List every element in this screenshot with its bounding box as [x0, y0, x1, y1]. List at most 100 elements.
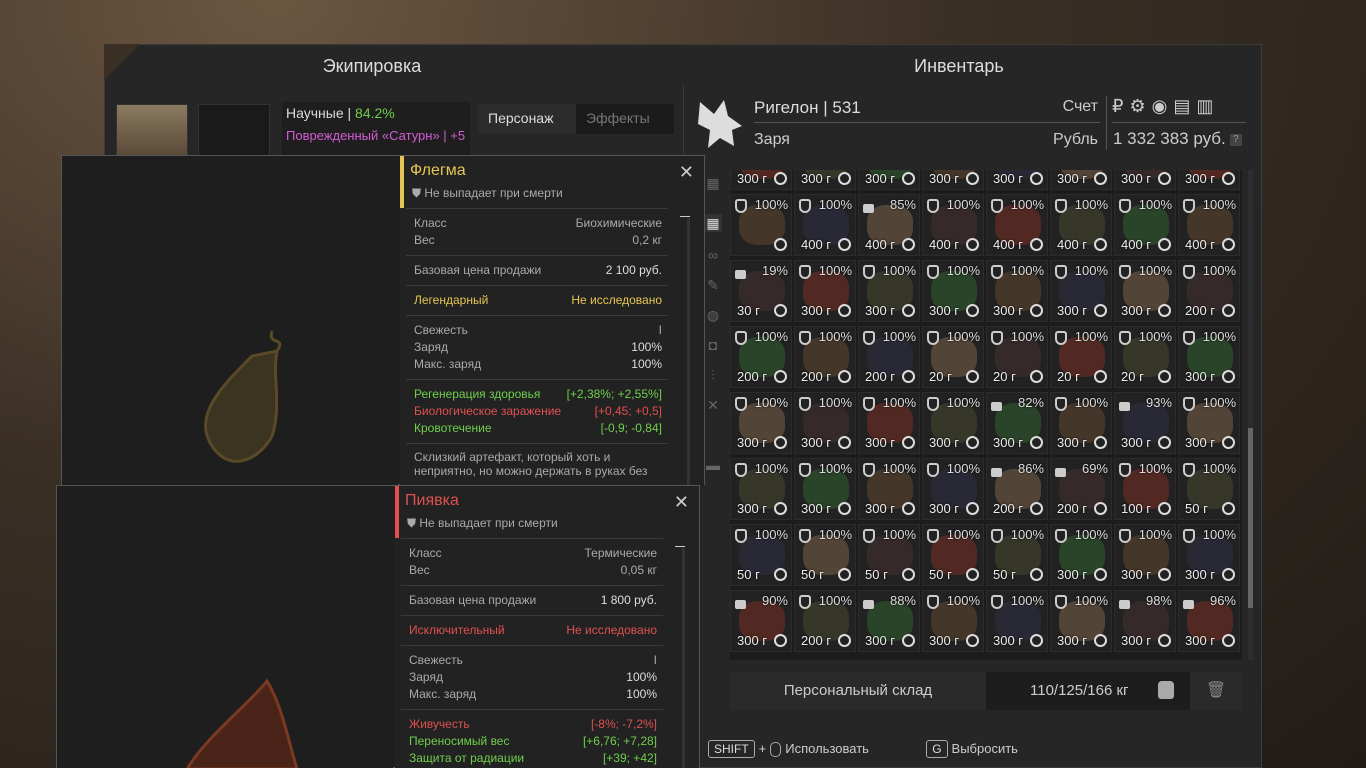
tooltip-scrollbar[interactable]: [682, 548, 685, 768]
inventory-cell[interactable]: 300 г: [730, 170, 792, 190]
inventory-cell[interactable]: 100% 300 г: [922, 260, 984, 322]
inventory-cell[interactable]: 300 г: [986, 170, 1048, 190]
inventory-cell[interactable]: 100% 300 г: [1114, 260, 1176, 322]
inventory-cell[interactable]: 100% 300 г: [794, 260, 856, 322]
inventory-cell[interactable]: 100% 300 г: [1114, 524, 1176, 586]
inventory-cell[interactable]: 100% 300 г: [794, 458, 856, 520]
close-icon[interactable]: ✕: [674, 492, 689, 513]
inventory-cell[interactable]: 93% 300 г: [1114, 392, 1176, 454]
tab-effects[interactable]: Эффекты: [576, 104, 674, 134]
category-all-icon[interactable]: ▦: [704, 174, 722, 192]
tooltip-scrollbar[interactable]: [687, 218, 690, 498]
inventory-cell[interactable]: 100% 300 г: [730, 392, 792, 454]
inventory-cell[interactable]: 86% 200 г: [986, 458, 1048, 520]
inventory-cell[interactable]: 300 г: [1114, 170, 1176, 190]
inventory-cell[interactable]: 100% 50 г: [986, 524, 1048, 586]
inventory-cell[interactable]: 100% 400 г: [1050, 194, 1112, 256]
inventory-cell[interactable]: 100% 50 г: [922, 524, 984, 586]
scrollbar-thumb[interactable]: [1248, 428, 1253, 608]
clock-icon: [1222, 634, 1235, 647]
close-icon[interactable]: ✕: [679, 162, 694, 183]
inventory-cell[interactable]: 100% 200 г: [794, 326, 856, 388]
inventory-cell[interactable]: 82% 300 г: [986, 392, 1048, 454]
personal-storage-button[interactable]: Персональный склад: [730, 672, 986, 710]
inventory-cell[interactable]: 100% 20 г: [1050, 326, 1112, 388]
inventory-cell[interactable]: 100% 400 г: [986, 194, 1048, 256]
inventory-cell[interactable]: 100% 300 г: [922, 458, 984, 520]
inventory-cell[interactable]: 100% 100 г: [1114, 458, 1176, 520]
help-icon[interactable]: ?: [1229, 133, 1242, 146]
inventory-cell[interactable]: 100% 300 г: [1178, 326, 1240, 388]
inventory-cell[interactable]: 100% 20 г: [1114, 326, 1176, 388]
clock-icon: [966, 238, 979, 251]
inventory-cell[interactable]: 85% 400 г: [858, 194, 920, 256]
item-durability: 100%: [818, 593, 852, 608]
inventory-cell[interactable]: 100% 400 г: [922, 194, 984, 256]
inventory-cell[interactable]: 100% 50 г: [730, 524, 792, 586]
inventory-cell[interactable]: 300 г: [922, 170, 984, 190]
inventory-cell[interactable]: 100% 200 г: [858, 326, 920, 388]
trash-button[interactable]: 🗑: [1190, 672, 1242, 710]
item-durability: 100%: [1138, 263, 1172, 278]
inventory-cell[interactable]: 300 г: [858, 170, 920, 190]
inventory-cell[interactable]: 100% 300 г: [794, 392, 856, 454]
shift-key: SHIFT: [708, 740, 755, 758]
inventory-cell[interactable]: 100% 300 г: [922, 590, 984, 652]
compass-icon[interactable]: ◉: [1152, 96, 1168, 117]
inventory-cell[interactable]: 100% 300 г: [922, 392, 984, 454]
inventory-cell[interactable]: 100% 300 г: [1178, 392, 1240, 454]
inventory-cell[interactable]: 88% 300 г: [858, 590, 920, 652]
item-weight: 300 г: [737, 171, 768, 186]
inventory-cell[interactable]: 100% 300 г: [1050, 392, 1112, 454]
inventory-cell[interactable]: 300 г: [1178, 170, 1240, 190]
tab-character[interactable]: Персонаж: [478, 104, 576, 134]
category-misc-icon[interactable]: ▬: [704, 456, 722, 474]
inventory-cell[interactable]: 100% 300 г: [1050, 260, 1112, 322]
category-artifacts-icon[interactable]: ▦: [704, 214, 722, 232]
clock-icon: [838, 568, 851, 581]
inventory-cell[interactable]: 100%: [730, 194, 792, 256]
inventory-cell[interactable]: 100% 300 г: [730, 458, 792, 520]
category-device-icon[interactable]: ◘: [704, 336, 722, 354]
inventory-cell[interactable]: 90% 300 г: [730, 590, 792, 652]
gear-icon[interactable]: ⚙: [1129, 96, 1145, 117]
inventory-cell[interactable]: 100% 50 г: [794, 524, 856, 586]
inventory-cell[interactable]: 100% 300 г: [1050, 590, 1112, 652]
ruble-icon[interactable]: ₽: [1112, 96, 1123, 117]
inventory-cell[interactable]: 100% 300 г: [858, 392, 920, 454]
inventory-scrollbar[interactable]: [1248, 170, 1253, 660]
chart-icon[interactable]: ▤: [1173, 96, 1190, 117]
portrait-slot[interactable]: [116, 104, 188, 156]
ticket-icon[interactable]: ▥: [1196, 96, 1213, 117]
inventory-cell[interactable]: 100% 300 г: [1050, 524, 1112, 586]
category-meds-icon[interactable]: ⫶: [704, 366, 722, 384]
inventory-cell[interactable]: 100% 200 г: [794, 590, 856, 652]
inventory-cell[interactable]: 100% 300 г: [1178, 524, 1240, 586]
inventory-cell[interactable]: 100% 300 г: [986, 260, 1048, 322]
inventory-cell[interactable]: 69% 200 г: [1050, 458, 1112, 520]
inventory-cell[interactable]: 100% 50 г: [858, 524, 920, 586]
inventory-cell[interactable]: 100% 50 г: [1178, 458, 1240, 520]
inventory-cell[interactable]: 100% 200 г: [730, 326, 792, 388]
inventory-cell[interactable]: 100% 400 г: [1178, 194, 1240, 256]
inventory-cell[interactable]: 96% 300 г: [1178, 590, 1240, 652]
research-status: Не исследовано: [566, 623, 657, 637]
inventory-cell[interactable]: 300 г: [794, 170, 856, 190]
category-link-icon[interactable]: ∞: [704, 246, 722, 264]
inventory-cell[interactable]: 100% 300 г: [858, 458, 920, 520]
inventory-cell[interactable]: 100% 400 г: [1114, 194, 1176, 256]
inventory-cell[interactable]: 300 г: [1050, 170, 1112, 190]
inventory-cell[interactable]: 100% 20 г: [986, 326, 1048, 388]
inventory-cell[interactable]: 19% 30 г: [730, 260, 792, 322]
inventory-cell[interactable]: 100% 300 г: [986, 590, 1048, 652]
inventory-cell[interactable]: 100% 300 г: [858, 260, 920, 322]
inventory-cell[interactable]: 100% 200 г: [1178, 260, 1240, 322]
category-ammo-icon[interactable]: ◍: [704, 306, 722, 324]
inventory-cell[interactable]: 98% 300 г: [1114, 590, 1176, 652]
inventory-cell[interactable]: 100% 20 г: [922, 326, 984, 388]
item-weight: 50 г: [801, 567, 824, 582]
category-weapon-icon[interactable]: ✎: [704, 276, 722, 294]
inventory-cell[interactable]: 100% 400 г: [794, 194, 856, 256]
helmet-slot[interactable]: [198, 104, 270, 156]
category-tools-icon[interactable]: ✕: [704, 396, 722, 414]
